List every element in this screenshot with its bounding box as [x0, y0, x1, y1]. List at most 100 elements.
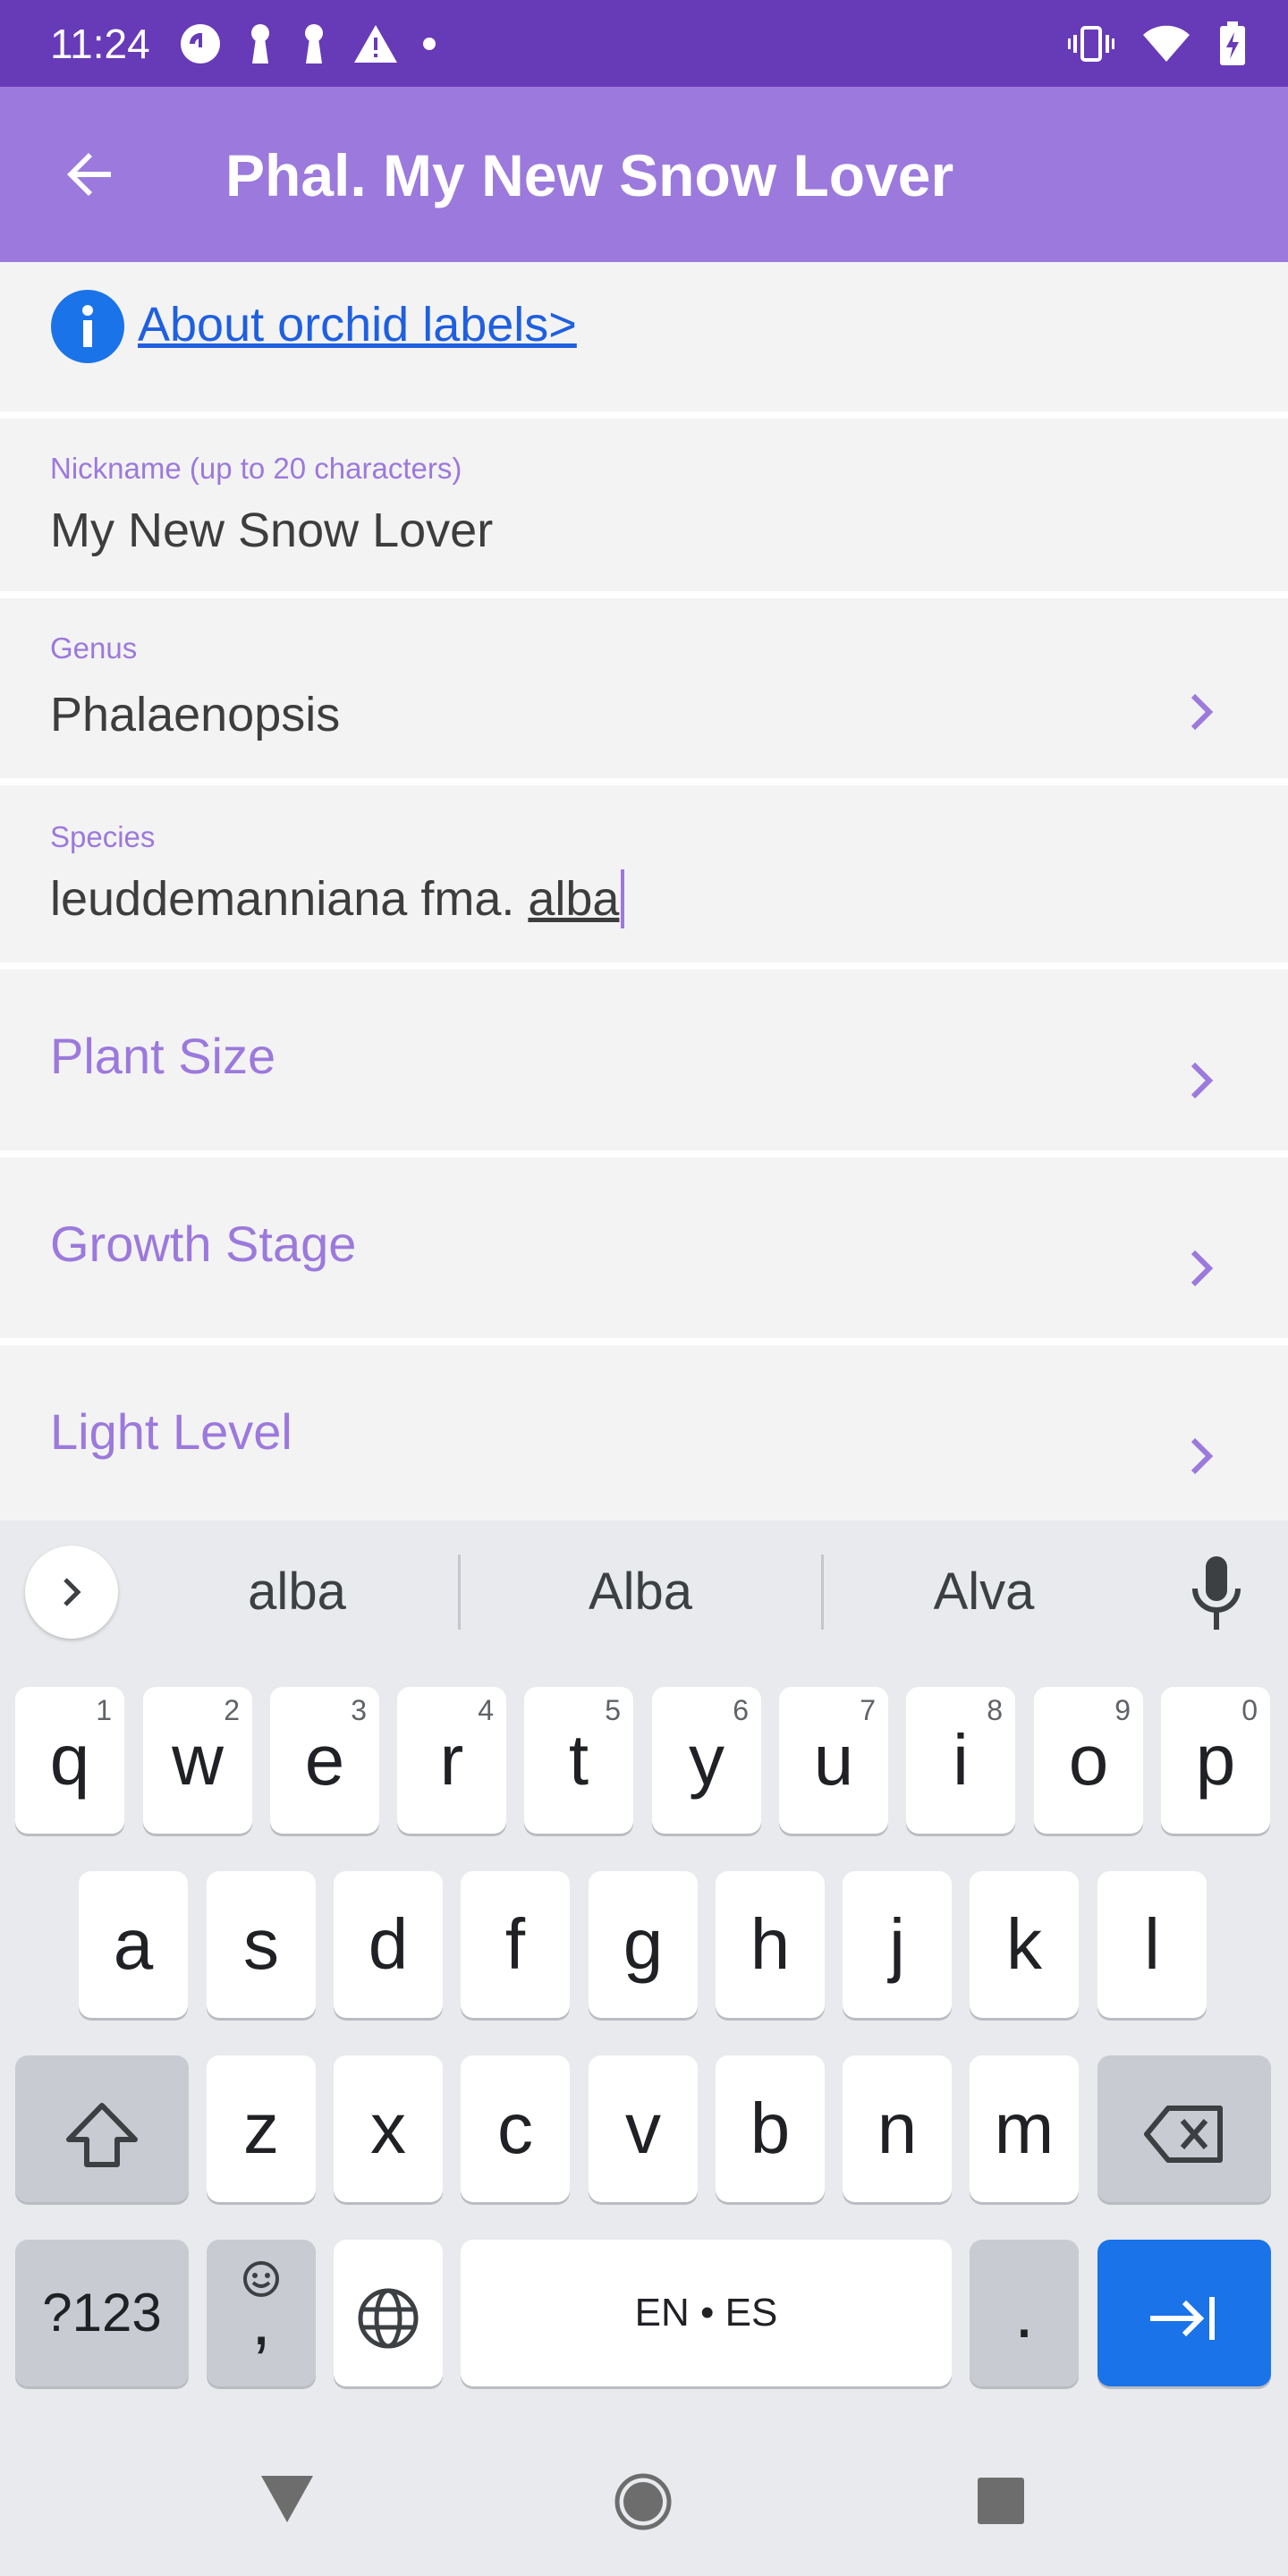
about-orchid-labels-link[interactable]: About orchid labels>	[138, 295, 577, 354]
key-u[interactable]: u7	[779, 1687, 888, 1834]
key-s[interactable]: s	[207, 1871, 316, 2018]
back-triangle-icon[interactable]	[259, 2474, 315, 2524]
species-label: Species	[50, 820, 156, 853]
key-q[interactable]: q1	[15, 1687, 124, 1834]
next-key[interactable]	[1097, 2240, 1271, 2386]
key-hint: 8	[987, 1694, 1003, 1726]
key-e[interactable]: e3	[270, 1687, 379, 1834]
chevron-right-icon	[1191, 1062, 1214, 1099]
divider	[0, 962, 1288, 970]
key-hint: 4	[478, 1694, 494, 1726]
suggestion-2[interactable]: Alba	[506, 1556, 775, 1628]
key-hint: 1	[96, 1694, 112, 1726]
tab-next-icon	[1150, 2296, 1215, 2340]
genus-value[interactable]: Phalaenopsis	[50, 685, 340, 744]
recents-square-icon[interactable]	[976, 2476, 1026, 2526]
key-k[interactable]: k	[970, 1871, 1079, 2018]
key-z[interactable]: z	[207, 2055, 316, 2202]
globe-icon	[358, 2288, 419, 2349]
divider	[0, 1150, 1288, 1157]
home-circle-icon[interactable]	[614, 2472, 673, 2531]
shift-key[interactable]	[15, 2055, 189, 2202]
microphone-icon[interactable]	[1181, 1553, 1252, 1633]
key-hint: 9	[1114, 1694, 1131, 1726]
chevron-right-icon	[1191, 1437, 1214, 1475]
key-label: r	[439, 1720, 464, 1800]
key-n[interactable]: n	[843, 2055, 952, 2202]
period-key[interactable]: .	[970, 2240, 1079, 2386]
suggestion-separator	[821, 1555, 824, 1630]
divider	[0, 1338, 1288, 1345]
key-hint: 2	[224, 1694, 240, 1726]
key-t[interactable]: t5	[524, 1687, 633, 1834]
key-d[interactable]: d	[334, 1871, 443, 2018]
suggestions-expand-button[interactable]	[25, 1546, 118, 1639]
key-w[interactable]: w2	[143, 1687, 252, 1834]
keyhole-icon	[305, 24, 323, 64]
vibrate-icon	[1068, 26, 1114, 62]
chevron-right-icon	[1191, 693, 1214, 731]
key-label: u	[813, 1720, 854, 1800]
species-input[interactable]: leuddemanniana fma. alba	[50, 869, 625, 928]
arrow-back-icon	[67, 153, 111, 196]
key-label: w	[172, 1720, 224, 1800]
divider	[0, 591, 1288, 598]
key-r[interactable]: r4	[397, 1687, 506, 1834]
warning-icon	[354, 25, 397, 63]
key-m[interactable]: m	[970, 2055, 1079, 2202]
pocket-casts-icon	[181, 24, 220, 64]
key-hint: 5	[605, 1694, 621, 1726]
text-cursor	[621, 869, 625, 928]
wifi-icon	[1143, 25, 1190, 62]
page-title: Phal. My New Snow Lover	[225, 142, 954, 208]
status-left-icons	[179, 20, 460, 68]
genus-label: Genus	[50, 631, 138, 665]
divider	[0, 778, 1288, 785]
emoji-comma-key[interactable]: ,	[207, 2240, 316, 2386]
key-g[interactable]: g	[589, 1871, 698, 2018]
key-f[interactable]: f	[461, 1871, 570, 2018]
suggestion-3[interactable]: Alva	[850, 1556, 1118, 1628]
key-x[interactable]: x	[334, 2055, 443, 2202]
chevron-right-icon	[64, 1578, 81, 1606]
nickname-input[interactable]: My New Snow Lover	[50, 501, 493, 560]
key-b[interactable]: b	[716, 2055, 825, 2202]
key-i[interactable]: i8	[906, 1687, 1015, 1834]
suggestion-1[interactable]: alba	[163, 1556, 431, 1628]
dot-icon	[423, 38, 436, 50]
key-j[interactable]: j	[843, 1871, 952, 2018]
key-o[interactable]: o9	[1034, 1687, 1143, 1834]
key-hint: 7	[860, 1694, 876, 1726]
plant-size-label: Plant Size	[50, 1028, 276, 1084]
divider	[0, 411, 1288, 419]
key-c[interactable]: c	[461, 2055, 570, 2202]
status-bar: 11:24	[0, 0, 1288, 87]
key-label: q	[49, 1720, 90, 1800]
chevron-right-icon	[1191, 1250, 1214, 1287]
keyhole-icon	[251, 24, 269, 64]
suggestion-separator	[458, 1555, 461, 1630]
battery-charging-icon	[1220, 21, 1245, 65]
key-label: e	[304, 1720, 345, 1800]
app-bar: Phal. My New Snow Lover	[0, 87, 1288, 262]
language-key[interactable]	[334, 2240, 443, 2386]
shift-icon	[66, 2102, 138, 2167]
status-right-icons	[1041, 20, 1247, 68]
key-hint: 6	[733, 1694, 749, 1726]
status-time: 11:24	[50, 21, 150, 67]
key-label: o	[1068, 1720, 1109, 1800]
key-p[interactable]: p0	[1161, 1687, 1270, 1834]
key-l[interactable]: l	[1097, 1871, 1207, 2018]
key-a[interactable]: a	[79, 1871, 188, 2018]
backspace-key[interactable]	[1097, 2055, 1271, 2202]
key-hint: 0	[1241, 1694, 1258, 1726]
space-key[interactable]: EN • ES	[461, 2240, 952, 2386]
comma-label: ,	[250, 2280, 272, 2360]
key-y[interactable]: y6	[652, 1687, 761, 1834]
key-label: t	[568, 1720, 589, 1800]
growth-stage-label: Growth Stage	[50, 1216, 357, 1272]
key-h[interactable]: h	[716, 1871, 825, 2018]
back-button[interactable]	[45, 130, 134, 219]
key-v[interactable]: v	[589, 2055, 698, 2202]
symbols-key[interactable]: ?123	[15, 2240, 189, 2386]
